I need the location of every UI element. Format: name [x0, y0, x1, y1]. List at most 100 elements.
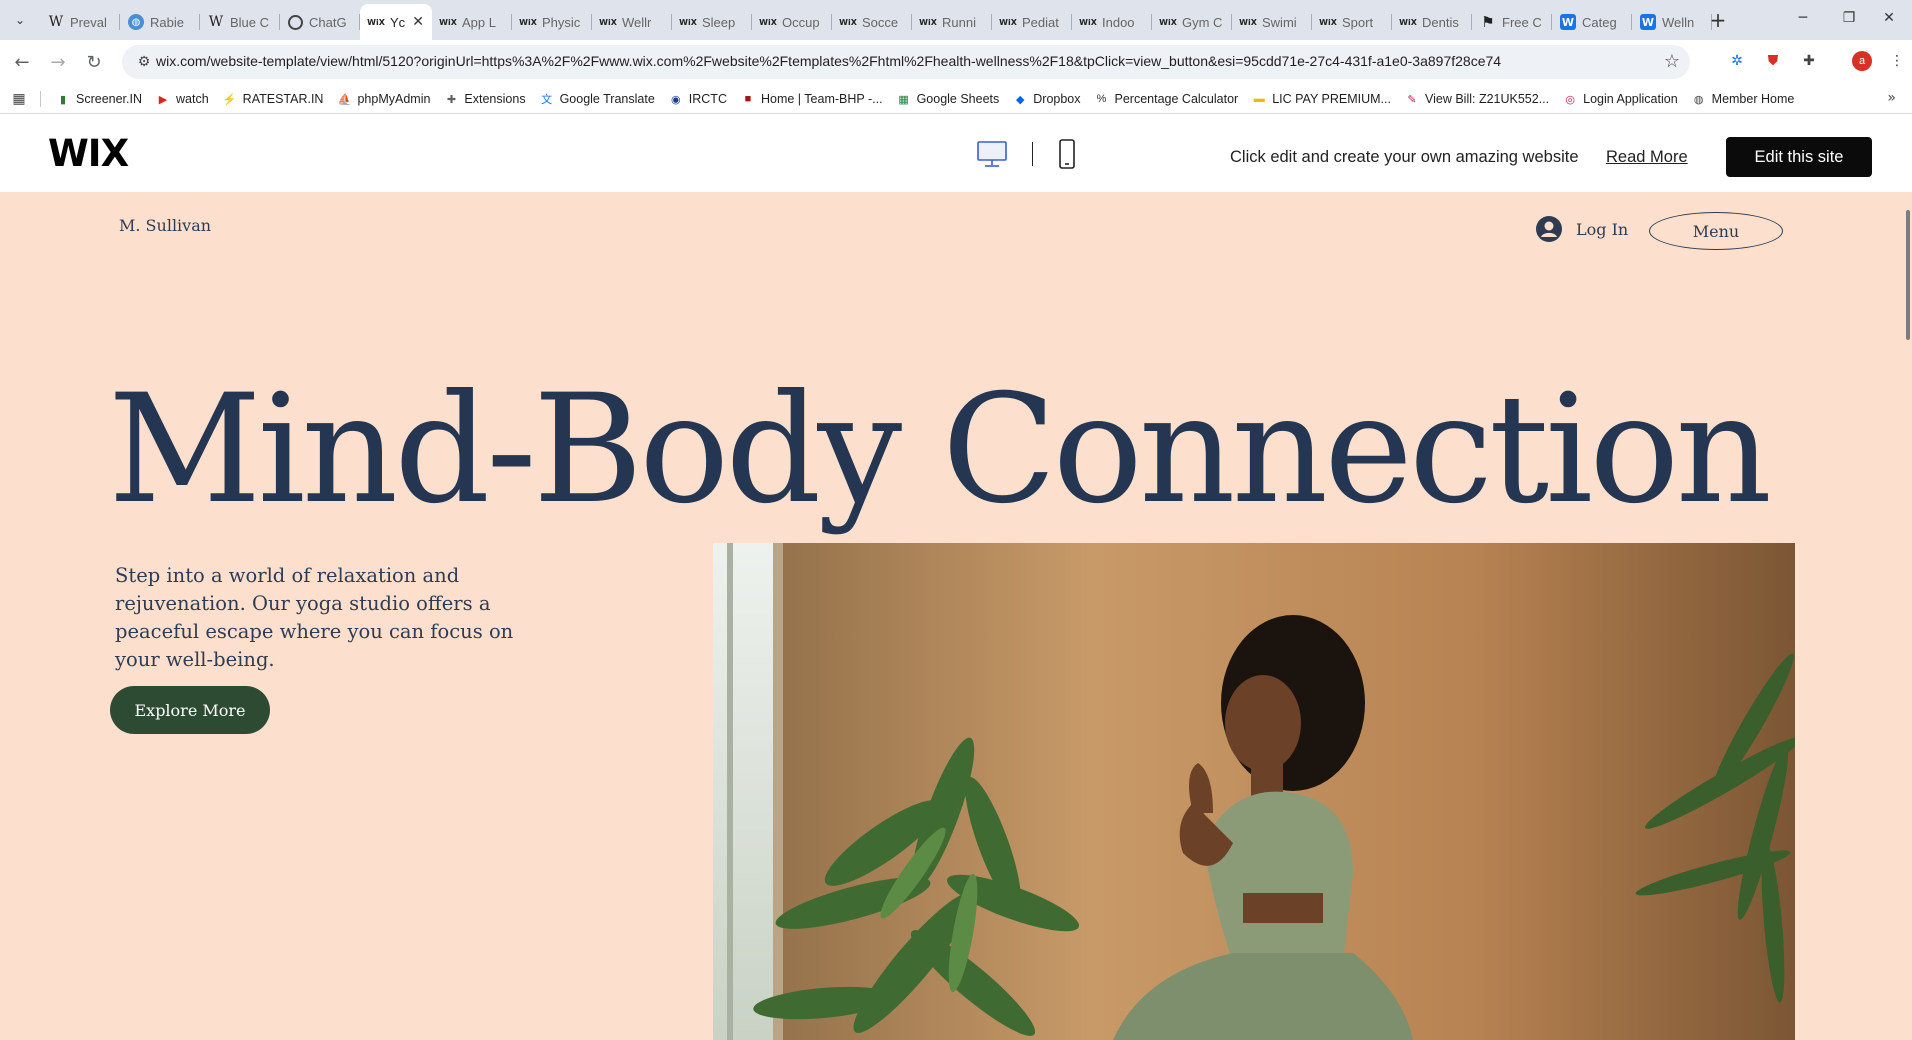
bookmark-item[interactable]: ▬ LIC PAY PREMIUM... [1252, 92, 1391, 106]
bookmark-item[interactable]: ⛵ phpMyAdmin [337, 92, 431, 106]
tab-title: Blue C [230, 14, 270, 30]
mobile-view-icon[interactable] [1058, 138, 1076, 170]
edit-site-button[interactable]: Edit this site [1726, 137, 1872, 177]
wix-logo[interactable]: WIX [48, 132, 129, 175]
browser-tab[interactable]: WiX Socce [832, 4, 912, 40]
profile-avatar[interactable]: a [1852, 51, 1872, 71]
explore-more-button[interactable]: Explore More [110, 686, 270, 734]
tab-list: W Preval ◍ Rabie W Blue C ChatG WiX Yc ✕ WiX App LW… [40, 4, 1712, 40]
browser-tab[interactable]: ◍ Rabie [120, 4, 200, 40]
hero-title: Mind-Body Connection [108, 362, 1772, 537]
extension-icon[interactable]: ✲ [1726, 50, 1748, 72]
translate-icon: 文 [541, 94, 553, 106]
wix-template-bar: WIX Click edit and create your own amazi… [0, 114, 1912, 192]
bookmark-label: LIC PAY PREMIUM... [1272, 92, 1391, 106]
url-text[interactable]: wix.com/website-template/view/html/5120?… [156, 53, 1501, 69]
site-owner-name[interactable]: M. Sullivan [119, 216, 211, 235]
bookmark-item[interactable]: ✎ View Bill: Z21UK552... [1405, 92, 1549, 106]
bookmark-label: Dropbox [1033, 92, 1081, 106]
bookmark-label: Percentage Calculator [1114, 92, 1239, 106]
bookmark-item[interactable]: ▶ watch [156, 92, 209, 106]
framer-icon: ⚑ [1481, 13, 1495, 31]
browser-tab[interactable]: WiX Pediat [992, 4, 1072, 40]
browser-tab[interactable]: ⚑ Free C [1472, 4, 1552, 40]
desktop-view-icon[interactable] [976, 140, 1008, 168]
browser-tab[interactable]: ChatG [280, 4, 360, 40]
browser-tab[interactable]: WiX App L [432, 4, 512, 40]
youtube-icon: ▶ [158, 93, 168, 106]
wix-icon: WiX [519, 17, 537, 27]
tab-title: Swimi [1262, 14, 1297, 30]
bookmark-item[interactable]: % Percentage Calculator [1095, 92, 1239, 106]
lic-icon: ▬ [1253, 93, 1265, 105]
browser-tab[interactable]: W Welln [1632, 4, 1712, 40]
device-divider [1032, 142, 1033, 166]
bookmark-item[interactable]: 文 Google Translate [540, 92, 655, 106]
wix-icon: WiX [999, 17, 1017, 27]
wix-icon: WiX [919, 17, 937, 27]
browser-tab[interactable]: W Preval [40, 4, 120, 40]
sheets-icon: ▦ [898, 93, 909, 106]
browser-tab[interactable]: WiX Dentis [1392, 4, 1472, 40]
bookmark-item[interactable]: ▦ Google Sheets [897, 92, 999, 106]
login-button[interactable]: Log In [1536, 216, 1628, 242]
bill-icon: ✎ [1407, 93, 1417, 106]
browser-tab[interactable]: WiX Occup [752, 4, 832, 40]
globe-icon: ◍ [1693, 93, 1704, 106]
bookmark-item[interactable]: ◉ IRCTC [669, 92, 727, 106]
bookmark-item[interactable]: ■ Home | Team-BHP -... [741, 92, 883, 106]
irctc-icon: ◉ [670, 93, 681, 106]
browser-tab[interactable]: WiX Sport [1312, 4, 1392, 40]
bookmark-item[interactable]: ✚ Extensions [444, 92, 526, 106]
bookmark-label: Google Translate [559, 92, 655, 106]
wix-icon: WiX [759, 17, 777, 27]
browser-tab[interactable]: W Categ [1552, 4, 1632, 40]
bookmark-item[interactable]: ⚡ RATESTAR.IN [223, 92, 324, 106]
bookmark-item[interactable]: ◍ Member Home [1692, 92, 1794, 106]
new-tab-button[interactable]: + [1704, 6, 1732, 34]
more-bookmarks-icon[interactable]: » [1887, 90, 1896, 106]
tab-title: Runni [942, 14, 976, 30]
tab-search-icon[interactable]: ⌄ [8, 8, 32, 32]
browser-tab[interactable]: WiX Wellr [592, 4, 672, 40]
login-label: Log In [1576, 219, 1629, 239]
page-scrollbar[interactable] [1906, 210, 1910, 340]
browser-tab[interactable]: WiX Swimi [1232, 4, 1312, 40]
reload-button[interactable]: ↻ [82, 50, 106, 74]
browser-tab[interactable]: WiX Runni [912, 4, 992, 40]
menu-button[interactable]: Menu [1649, 212, 1783, 250]
site-info-icon[interactable]: ⚙ [134, 52, 154, 72]
browser-tab[interactable]: WiX Yc ✕ [360, 4, 432, 40]
minimize-button[interactable]: ─ [1780, 0, 1826, 36]
wix-icon: WiX [1079, 17, 1097, 27]
forward-button[interactable]: → [46, 50, 70, 74]
wix-icon: WiX [1239, 17, 1257, 27]
apps-grid-icon[interactable]: ▦ [10, 90, 28, 108]
promo-text: Click edit and create your own amazing w… [1230, 148, 1579, 166]
shield-extension-icon[interactable]: ⛊ [1762, 50, 1784, 72]
extensions-puzzle-icon[interactable]: ✚ [1798, 50, 1820, 72]
browser-tab[interactable]: WiX Sleep [672, 4, 752, 40]
bookmark-item[interactable]: ▮ Screener.IN [56, 92, 142, 106]
bookmark-label: Login Application [1583, 92, 1678, 106]
bookmark-item[interactable]: ◎ Login Application [1563, 92, 1678, 106]
browser-tab[interactable]: W Blue C [200, 4, 280, 40]
browser-tab[interactable]: WiX Indoo [1072, 4, 1152, 40]
wix-icon: WiX [367, 17, 385, 27]
address-bar[interactable]: ⚙ wix.com/website-template/view/html/512… [122, 45, 1690, 79]
tab-title: Gym C [1182, 14, 1223, 30]
tab-title: Indoo [1102, 14, 1135, 30]
browser-tab[interactable]: WiX Physic [512, 4, 592, 40]
back-button[interactable]: ← [10, 50, 34, 74]
yoga-woman-photo [713, 543, 1795, 1040]
bookmark-star-icon[interactable]: ☆ [1664, 51, 1680, 72]
close-window-button[interactable]: ✕ [1866, 0, 1912, 36]
tab-title: Sleep [702, 14, 736, 30]
bookmarks-bar: ▦ ▮ Screener.IN ▶ watch ⚡ RATESTAR.IN ⛵ phpMyAd… [0, 84, 1912, 114]
read-more-link[interactable]: Read More [1606, 148, 1688, 167]
browser-tab[interactable]: WiX Gym C [1152, 4, 1232, 40]
bookmark-item[interactable]: ◆ Dropbox [1013, 92, 1080, 106]
tab-close-icon[interactable]: ✕ [412, 13, 424, 30]
browser-menu-icon[interactable]: ⋮ [1886, 50, 1908, 72]
wix-icon: WiX [439, 17, 457, 27]
